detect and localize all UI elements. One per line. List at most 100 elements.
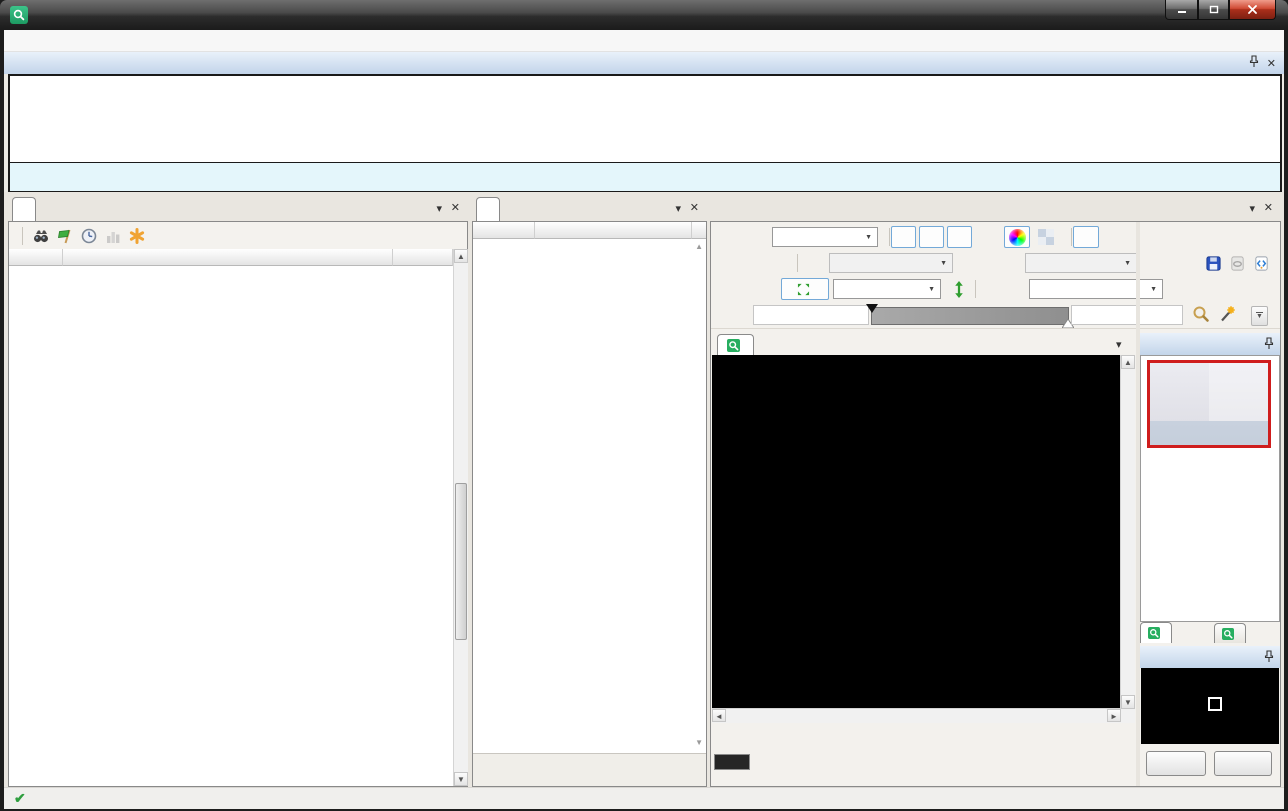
- overlay-dropdown[interactable]: ▼: [1029, 279, 1163, 299]
- texture-tab-unbound[interactable]: [717, 334, 754, 356]
- color-wheel-button[interactable]: [1004, 226, 1030, 248]
- event-browser-panel: ▾ ✕: [8, 196, 468, 787]
- maximize-button[interactable]: [1198, 0, 1229, 20]
- time-icon[interactable]: [79, 226, 99, 246]
- minimize-button[interactable]: [1165, 0, 1198, 20]
- checkerboard-background-button[interactable]: [1033, 226, 1059, 248]
- event-table: [9, 266, 453, 779]
- texture-hscrollbar[interactable]: ◄ ►: [712, 708, 1121, 723]
- range-black-handle[interactable]: [866, 304, 878, 313]
- outputs-list: [1140, 355, 1280, 622]
- event-browser-toolbar: [9, 222, 467, 250]
- zoom-range-icon[interactable]: [1191, 304, 1211, 324]
- close-button[interactable]: [1229, 0, 1276, 20]
- tab-event-browser[interactable]: [12, 197, 36, 221]
- event-browser-tabbar: ▾ ✕: [8, 196, 468, 221]
- save-icon[interactable]: [1203, 253, 1223, 273]
- toolbar-overflow-button[interactable]: ▼: [1251, 306, 1268, 326]
- picked-pixel-marker: [1208, 697, 1222, 711]
- channels-dropdown[interactable]: ▼: [772, 227, 878, 247]
- timeline-graph[interactable]: [8, 74, 1282, 164]
- alpha-channel-button[interactable]: [975, 226, 1000, 248]
- chevron-down-icon[interactable]: ▾: [436, 202, 442, 215]
- timeline-close-icon[interactable]: ✕: [1267, 57, 1276, 70]
- callstack-section: [473, 753, 706, 786]
- stats-icon[interactable]: [103, 226, 123, 246]
- bookmark-flag-icon[interactable]: [55, 226, 75, 246]
- scroll-down-icon[interactable]: ▼: [1121, 695, 1135, 709]
- tab-inputs[interactable]: [1214, 623, 1246, 643]
- mip-dropdown[interactable]: ▼: [829, 253, 953, 273]
- find-icon[interactable]: [31, 226, 51, 246]
- color-wheel-icon: [1009, 229, 1026, 246]
- close-panel-icon[interactable]: ✕: [1264, 201, 1273, 214]
- slice-face-dropdown[interactable]: ▼: [1025, 253, 1137, 273]
- pin-icon[interactable]: [1249, 55, 1259, 71]
- fit-arrows-icon: [797, 283, 810, 296]
- flip-y-icon[interactable]: [949, 279, 969, 299]
- close-panel-icon[interactable]: ✕: [690, 201, 699, 214]
- texture-viewer-toolbar: ▼: [711, 222, 1280, 329]
- scroll-right-icon[interactable]: ►: [1107, 709, 1121, 722]
- texture-viewer-body: ▼: [710, 221, 1281, 787]
- zoom-dropdown[interactable]: ▼: [833, 279, 941, 299]
- event-table-header[interactable]: [9, 249, 467, 266]
- outputs-header: [1140, 333, 1280, 355]
- column-eid[interactable]: [473, 222, 535, 239]
- picked-color-swatch: [714, 754, 750, 770]
- blue-channel-button[interactable]: [947, 226, 972, 248]
- chevron-down-icon[interactable]: ▾: [675, 202, 681, 215]
- autofit-wand-icon[interactable]: [1217, 304, 1237, 324]
- pin-icon[interactable]: [1264, 337, 1274, 353]
- timeline-titlebar: ✕: [4, 52, 1284, 74]
- menu-bar: [4, 30, 1284, 52]
- close-panel-icon[interactable]: ✕: [451, 201, 460, 214]
- view-code-icon[interactable]: [1251, 253, 1271, 273]
- range-max-input[interactable]: [1071, 305, 1183, 325]
- success-check-icon: ✔: [14, 790, 26, 807]
- scroll-down-icon[interactable]: ▼: [454, 772, 468, 786]
- texture-image: [712, 355, 1120, 577]
- open-link-icon[interactable]: [1227, 253, 1247, 273]
- pin-icon[interactable]: [1264, 650, 1274, 666]
- texture-display[interactable]: ▲ ▼ ◄ ►: [712, 355, 1135, 723]
- gamma-button[interactable]: [1073, 226, 1099, 248]
- scroll-up-icon[interactable]: ▲: [695, 242, 703, 251]
- scroll-left-icon[interactable]: ◄: [712, 709, 726, 722]
- tab-api-calls[interactable]: [476, 197, 500, 221]
- texture-vscrollbar[interactable]: ▲ ▼: [1120, 355, 1135, 723]
- api-calls-tabbar: ▾ ✕: [472, 196, 707, 221]
- timeline-resource-usage: [8, 162, 1282, 193]
- event-browser-body: ▲ ▼: [8, 221, 468, 787]
- renderdoc-inputs-icon: [1222, 628, 1234, 640]
- output-thumbnail-fb0[interactable]: [1147, 360, 1271, 448]
- scroll-up-icon[interactable]: ▲: [1121, 355, 1135, 369]
- event-browser-scrollbar[interactable]: ▲ ▼: [453, 249, 468, 786]
- red-channel-button[interactable]: [891, 226, 916, 248]
- api-table-header[interactable]: [473, 222, 706, 239]
- green-channel-button[interactable]: [919, 226, 944, 248]
- pixel-context-view[interactable]: [1141, 668, 1279, 744]
- column-api-call[interactable]: [535, 222, 692, 239]
- scroll-down-icon[interactable]: ▼: [695, 738, 703, 747]
- zoom-1to1-button[interactable]: [753, 278, 779, 300]
- column-eid[interactable]: [9, 249, 63, 266]
- asterisk-icon[interactable]: [127, 226, 147, 246]
- status-bar: ✔: [4, 787, 1284, 809]
- texture-list-chevron-icon[interactable]: ▾: [1116, 338, 1122, 351]
- range-min-input[interactable]: [753, 305, 869, 325]
- window-client-area: ✕ ▾ ✕: [4, 30, 1284, 808]
- chevron-down-icon[interactable]: ▾: [1249, 202, 1255, 215]
- tab-outputs[interactable]: [1140, 622, 1172, 643]
- api-calls-panel: ▾ ✕ ▲ ▼: [472, 196, 707, 787]
- scroll-up-icon[interactable]: ▲: [454, 249, 468, 263]
- checkerboard-icon: [1038, 229, 1054, 245]
- fit-button[interactable]: [781, 278, 829, 300]
- scrollbar-thumb[interactable]: [455, 483, 467, 640]
- history-button[interactable]: [1146, 751, 1206, 776]
- title-bar: [0, 0, 1288, 30]
- column-duration[interactable]: [393, 249, 453, 266]
- debug-button[interactable]: [1214, 751, 1272, 776]
- column-name[interactable]: [63, 249, 393, 266]
- range-slider[interactable]: [871, 307, 1069, 325]
